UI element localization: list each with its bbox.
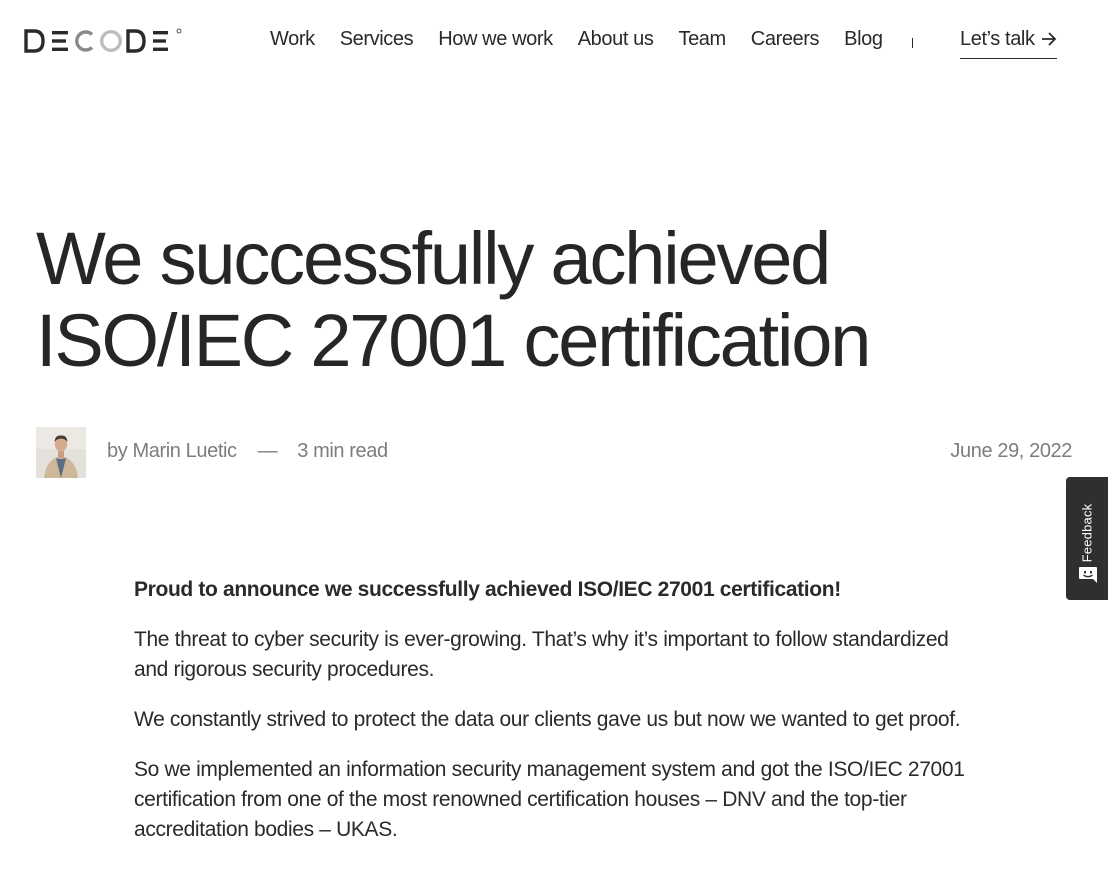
lets-talk-label: Let’s talk <box>960 28 1035 50</box>
article-meta: by Marin Luetic — 3 min read June 29, 20… <box>36 427 1072 479</box>
smiley-chat-icon <box>1078 566 1098 584</box>
decode-logo[interactable] <box>24 27 184 55</box>
feedback-label: Feedback <box>1079 503 1095 563</box>
nav-services[interactable]: Services <box>340 26 414 52</box>
byline: by Marin Luetic — 3 min read <box>107 439 388 463</box>
author-avatar <box>36 427 86 478</box>
arrow-right-icon <box>1041 31 1057 47</box>
nav-divider <box>911 38 913 48</box>
article-paragraph: Proud to announce we successfully achiev… <box>134 578 841 601</box>
site-header: Work Services How we work About us Team … <box>0 0 1108 80</box>
decode-logo-mark <box>24 28 182 53</box>
main-nav: Work Services How we work About us Team … <box>270 26 946 52</box>
read-time: 3 min read <box>297 440 388 462</box>
author-name: by Marin Luetic <box>107 440 237 462</box>
article-paragraph: The threat to cyber security is ever-gro… <box>134 628 949 681</box>
nav-team[interactable]: Team <box>678 26 726 52</box>
nav-about-us[interactable]: About us <box>578 26 654 52</box>
nav-careers[interactable]: Careers <box>751 26 820 52</box>
feedback-tab[interactable]: Feedback <box>1066 477 1108 600</box>
article-body: Proud to announce we successfully achiev… <box>134 575 974 865</box>
article-paragraph: So we implemented an information securit… <box>134 758 965 841</box>
page: Work Services How we work About us Team … <box>0 0 1108 878</box>
article-paragraph: We constantly strived to protect the dat… <box>134 708 961 731</box>
byline-separator: — <box>257 440 278 462</box>
article-title: We successfully achieved ISO/IEC 27001 c… <box>36 217 871 382</box>
lets-talk-button[interactable]: Let’s talk <box>960 26 1057 59</box>
nav-work[interactable]: Work <box>270 26 315 52</box>
nav-blog[interactable]: Blog <box>844 26 883 52</box>
publish-date: June 29, 2022 <box>950 440 1072 462</box>
nav-how-we-work[interactable]: How we work <box>438 26 553 52</box>
